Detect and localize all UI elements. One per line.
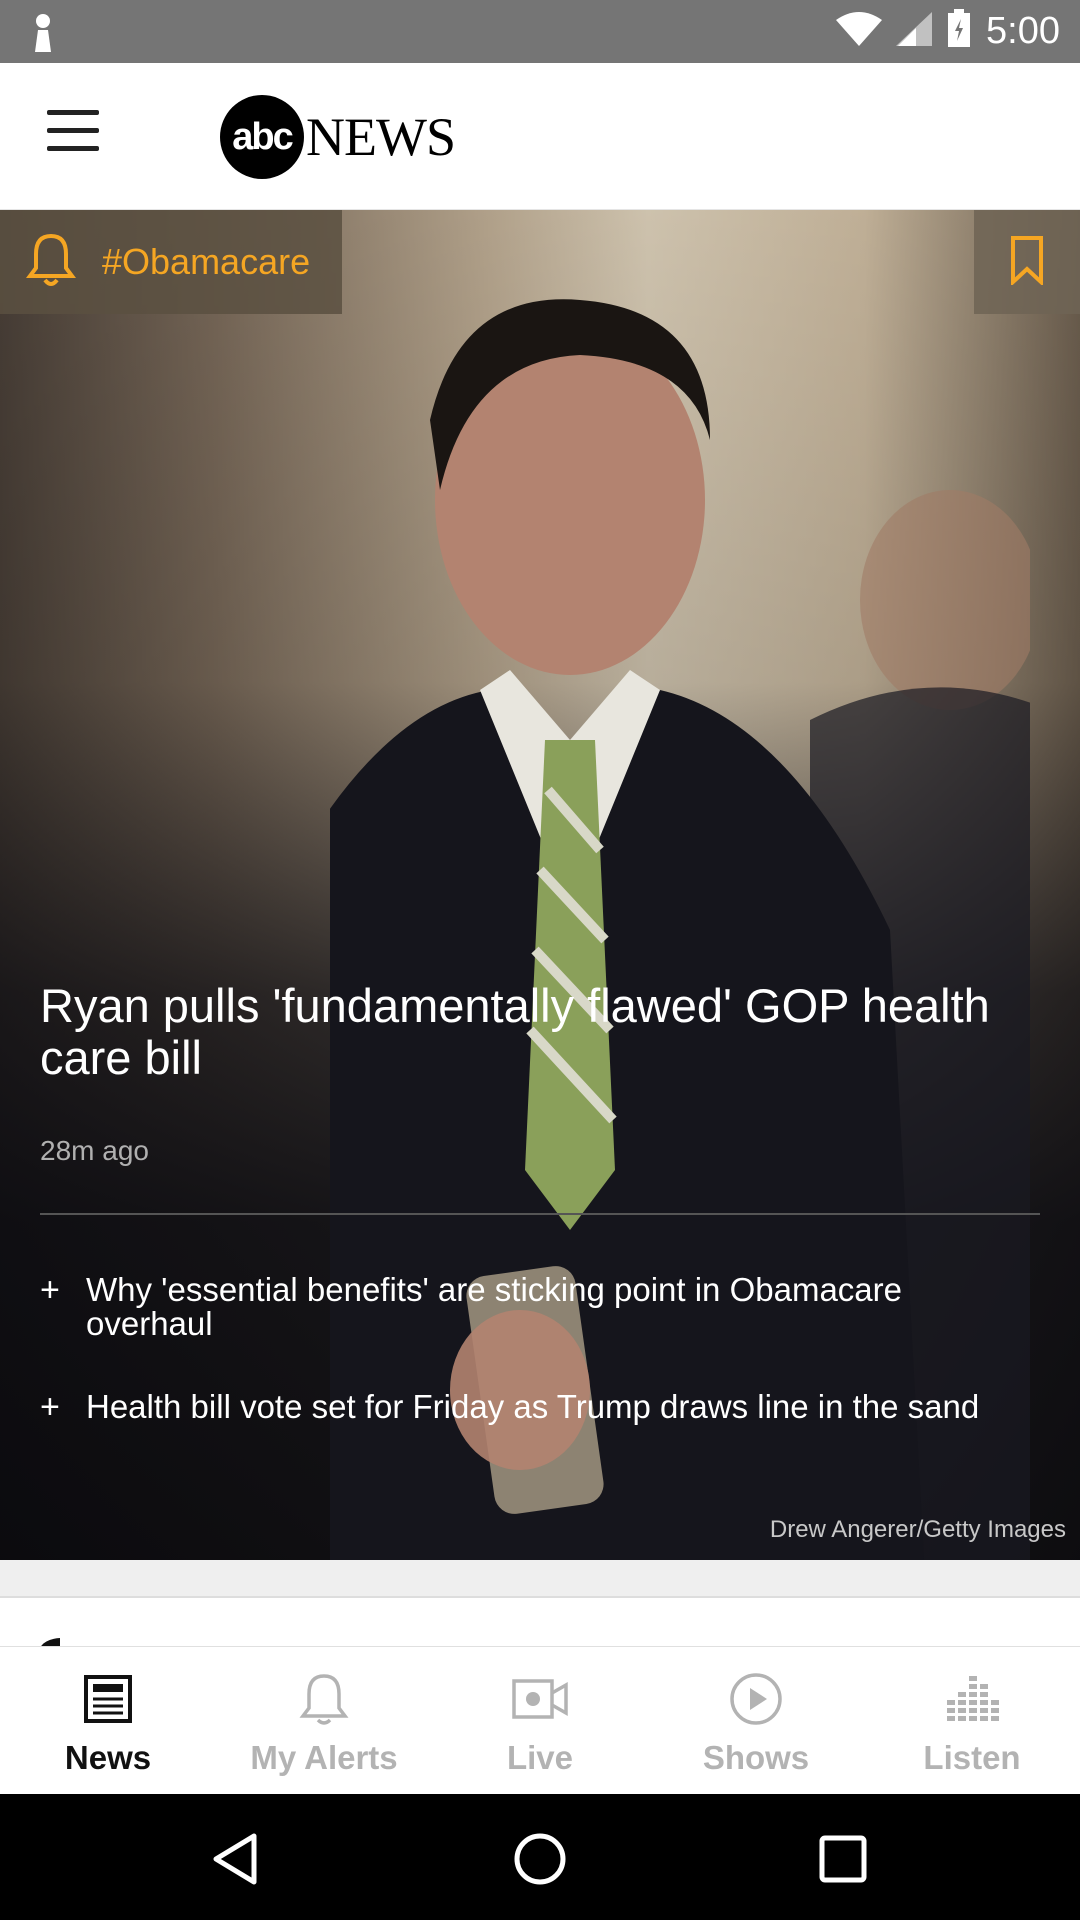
play-circle-icon bbox=[726, 1669, 786, 1729]
recents-button[interactable] bbox=[808, 1824, 878, 1894]
equalizer-icon bbox=[942, 1669, 1002, 1729]
status-bar: 5:00 bbox=[0, 0, 1080, 63]
bookmark-icon bbox=[1010, 235, 1044, 290]
video-camera-icon bbox=[510, 1669, 570, 1729]
bookmark-button[interactable] bbox=[974, 210, 1080, 314]
tab-label: My Alerts bbox=[250, 1739, 398, 1776]
bell-icon bbox=[294, 1669, 354, 1729]
tab-shows[interactable]: Shows bbox=[648, 1647, 864, 1794]
clock: 5:00 bbox=[986, 10, 1060, 52]
app-header: abc NEWS bbox=[0, 63, 1080, 210]
tab-live[interactable]: Live bbox=[432, 1647, 648, 1794]
recents-icon bbox=[819, 1835, 867, 1883]
abc-news-logo: abc NEWS bbox=[220, 95, 456, 179]
tab-label: News bbox=[64, 1739, 152, 1776]
hero-story[interactable]: #Obamacare Ryan pulls 'fundamentally fla… bbox=[0, 210, 1080, 1560]
plus-icon: + bbox=[40, 1271, 60, 1309]
back-button[interactable] bbox=[200, 1824, 270, 1894]
plus-icon: + bbox=[40, 1388, 60, 1426]
related-story-link[interactable]: + Why 'essential benefits' are sticking … bbox=[40, 1273, 1030, 1341]
wifi-icon bbox=[836, 12, 883, 51]
topic-label: #Obamacare bbox=[102, 241, 311, 282]
notification-icon bbox=[30, 12, 56, 57]
home-button[interactable] bbox=[505, 1824, 575, 1894]
tab-listen[interactable]: Listen bbox=[864, 1647, 1080, 1794]
logo-abc: abc bbox=[220, 95, 304, 179]
story-headline[interactable]: Ryan pulls 'fundamentally flawed' GOP he… bbox=[40, 980, 1020, 1084]
signal-icon bbox=[896, 12, 933, 51]
divider bbox=[40, 1213, 1040, 1215]
logo-news: NEWS bbox=[306, 107, 456, 167]
card-separator bbox=[0, 1560, 1080, 1598]
home-icon bbox=[514, 1833, 566, 1885]
next-story-card[interactable] bbox=[0, 1598, 1080, 1662]
back-icon bbox=[213, 1833, 257, 1885]
battery-icon bbox=[946, 9, 972, 54]
related-story-link[interactable]: + Health bill vote set for Friday as Tru… bbox=[40, 1388, 1030, 1426]
news-icon bbox=[78, 1669, 138, 1729]
tab-label: Live bbox=[506, 1739, 574, 1776]
related-story-text: Health bill vote set for Friday as Trump… bbox=[86, 1388, 980, 1425]
tab-label: Shows bbox=[702, 1739, 810, 1776]
next-card-avatar-edge bbox=[40, 1638, 84, 1662]
hero-photo bbox=[330, 299, 1030, 1560]
photo-credit: Drew Angerer/Getty Images bbox=[769, 1516, 1066, 1543]
tab-news[interactable]: News bbox=[0, 1647, 216, 1794]
system-nav-bar bbox=[0, 1794, 1080, 1920]
tab-my-alerts[interactable]: My Alerts bbox=[216, 1647, 432, 1794]
related-story-text: Why 'essential benefits' are sticking po… bbox=[86, 1271, 902, 1342]
topic-follow-chip[interactable]: #Obamacare bbox=[0, 210, 342, 314]
bell-icon bbox=[26, 232, 76, 293]
menu-button[interactable] bbox=[38, 110, 108, 170]
tab-label: Listen bbox=[923, 1739, 1021, 1776]
story-timestamp: 28m ago bbox=[40, 1135, 149, 1166]
bottom-nav: News My Alerts Live Shows Listen bbox=[0, 1646, 1080, 1794]
